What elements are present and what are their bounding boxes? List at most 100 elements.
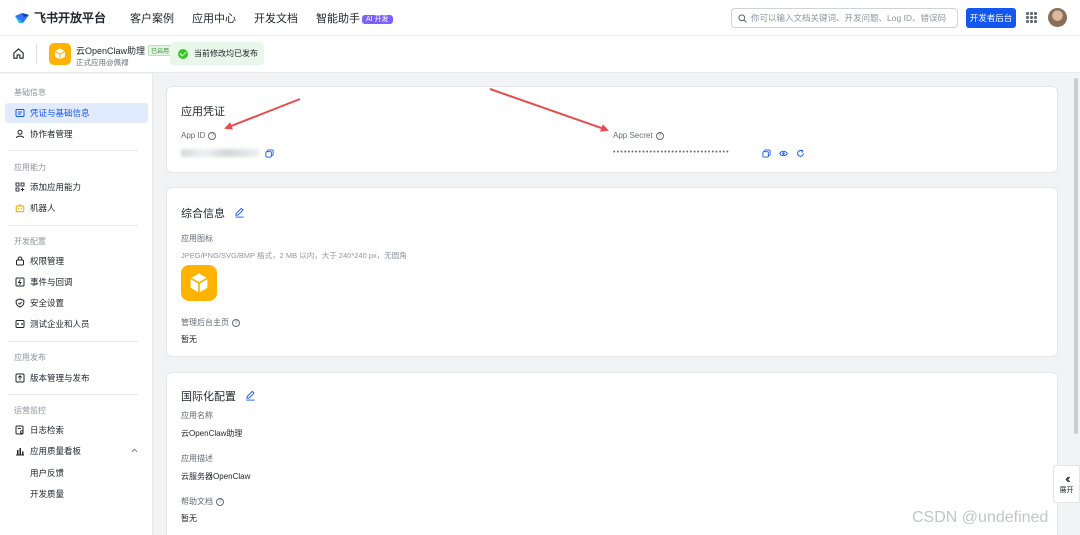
ai-badge: AI 开发: [362, 14, 393, 24]
refresh-icon[interactable]: [796, 149, 805, 158]
general-info-title: 综合信息: [181, 205, 245, 221]
general-info-card: 综合信息 应用图标 JPEG/PNG/SVG/BMP 格式，2 MB 以内，大于…: [166, 187, 1058, 357]
brand-name: 飞书开放平台: [34, 11, 107, 25]
nav-app-center[interactable]: 应用中心: [192, 10, 236, 26]
app-icon-upload[interactable]: [181, 265, 217, 301]
help-icon[interactable]: ?: [232, 318, 240, 327]
edit-icon[interactable]: [245, 390, 256, 401]
chevron-up-icon[interactable]: [131, 447, 138, 454]
sidebar-item-label: 权限管理: [30, 256, 65, 266]
app-subtitle: 正式应用@佩禄: [76, 58, 129, 67]
watermark: CSDN @undefined: [912, 509, 1049, 526]
sidebar-item-label: 凭证与基础信息: [30, 108, 90, 118]
nav-smart-assistant-label: 智能助手: [316, 12, 360, 25]
app-id-value-blurred: [181, 149, 259, 157]
home-icon[interactable]: [12, 47, 25, 60]
app-id-label: App ID ?: [181, 131, 217, 140]
user-icon: [15, 129, 25, 139]
developer-console-button[interactable]: 开发者后台: [966, 8, 1016, 28]
test-icon: [15, 319, 25, 329]
app-status-tag: 已启用: [148, 45, 173, 56]
bar-chart-icon: [15, 446, 25, 456]
divider: [8, 150, 138, 151]
upload-icon: [15, 373, 25, 383]
nav-dev-docs[interactable]: 开发文档: [254, 10, 298, 26]
sidebar-item-label: 协作者管理: [30, 129, 73, 139]
search-box[interactable]: [731, 8, 958, 28]
sidebar-item-collaborators[interactable]: 协作者管理: [5, 124, 148, 144]
sidebar-item-dev-quality[interactable]: 开发质量: [5, 484, 148, 504]
edit-icon[interactable]: [234, 207, 245, 218]
admin-home-label: 管理后台主页 ?: [181, 317, 240, 328]
expand-button[interactable]: ‹‹ 展开: [1053, 465, 1080, 503]
app-icon-hint: JPEG/PNG/SVG/BMP 格式，2 MB 以内，大于 240*240 p…: [181, 251, 407, 260]
copy-icon[interactable]: [762, 149, 771, 158]
expand-label: 展开: [1059, 487, 1074, 494]
help-icon[interactable]: ?: [208, 131, 217, 140]
app-desc-label: 应用描述: [181, 454, 213, 463]
shield-icon: [15, 298, 25, 308]
sidebar-section-title: 基础信息: [14, 88, 46, 97]
divider: [36, 44, 37, 64]
sidebar: 基础信息 凭证与基础信息 协作者管理 应用能力 添加应用能力 机器人 开发配置 …: [0, 74, 153, 535]
search-icon: [738, 13, 747, 23]
app-secret-label: App Secret ?: [613, 131, 664, 140]
sidebar-item-events[interactable]: 事件与回调: [5, 272, 148, 292]
cube-icon: [190, 273, 208, 293]
sidebar-item-quality-dashboard[interactable]: 应用质量看板: [5, 441, 148, 461]
help-icon[interactable]: ?: [216, 497, 224, 506]
app-desc-value: 云服务器OpenClaw: [181, 472, 251, 481]
help-doc-value: 暂无: [181, 514, 197, 523]
top-navbar: 飞书开放平台 客户案例 应用中心 开发文档 智能助手AI 开发 开发者后台: [0, 0, 1080, 36]
nav-links: 客户案例 应用中心 开发文档 智能助手 AI 开发: [130, 10, 411, 26]
sidebar-item-bot[interactable]: 机器人: [5, 198, 148, 218]
nav-smart-assistant[interactable]: 智能助手 AI 开发: [316, 10, 393, 26]
sidebar-item-log-search[interactable]: 日志检索: [5, 420, 148, 440]
help-icon[interactable]: ?: [655, 131, 664, 140]
publish-status-text: 当前修改均已发布: [194, 49, 258, 58]
sidebar-item-label: 事件与回调: [30, 277, 73, 287]
nav-customer-cases[interactable]: 客户案例: [130, 10, 174, 26]
eye-icon[interactable]: [779, 149, 788, 158]
double-chevron-left-icon: ‹‹: [1065, 471, 1070, 486]
id-card-icon: [15, 108, 25, 118]
brand[interactable]: 飞书开放平台: [14, 9, 116, 26]
sidebar-item-version-release[interactable]: 版本管理与发布: [5, 368, 148, 388]
scrollbar-thumb[interactable]: [1074, 78, 1078, 434]
sidebar-item-add-capability[interactable]: 添加应用能力: [5, 177, 148, 197]
publish-status: 当前修改均已发布: [170, 42, 264, 65]
sidebar-item-label: 添加应用能力: [30, 182, 82, 192]
divider: [8, 225, 138, 226]
credentials-title: 应用凭证: [181, 106, 225, 118]
app-title: 云OpenClaw助理 已启用: [76, 44, 173, 57]
sidebar-item-security[interactable]: 安全设置: [5, 293, 148, 313]
divider: [8, 341, 138, 342]
app-name-value: 云OpenClaw助理: [181, 429, 243, 438]
help-doc-label: 帮助文档 ?: [181, 496, 224, 507]
user-avatar[interactable]: [1048, 8, 1067, 27]
apps-grid-icon[interactable]: [1026, 12, 1037, 23]
sidebar-item-test-enterprise[interactable]: 测试企业和人员: [5, 314, 148, 334]
credentials-card: 应用凭证 App ID ? App Secret ? •••••••••••••…: [166, 86, 1058, 173]
apps-add-icon: [15, 182, 25, 192]
help-doc-label-text: 帮助文档: [181, 497, 213, 506]
sidebar-item-user-feedback[interactable]: 用户反馈: [5, 463, 148, 483]
i18n-title: 国际化配置: [181, 388, 256, 404]
sidebar-section-title: 应用能力: [14, 163, 46, 172]
sidebar-section-title: 运营监控: [14, 406, 46, 415]
scrollbar[interactable]: [1073, 74, 1079, 454]
sidebar-item-permissions[interactable]: 权限管理: [5, 251, 148, 271]
sidebar-item-credentials[interactable]: 凭证与基础信息: [5, 103, 148, 123]
cube-icon: [54, 48, 66, 60]
app-icon: [49, 43, 71, 65]
search-input[interactable]: [751, 13, 951, 23]
sidebar-section-title: 应用发布: [14, 353, 46, 362]
copy-icon[interactable]: [265, 149, 274, 158]
app-subheader: 云OpenClaw助理 已启用 正式应用@佩禄 当前修改均已发布: [0, 36, 1080, 73]
sidebar-item-label: 应用质量看板: [30, 446, 82, 456]
sidebar-item-label: 测试企业和人员: [30, 319, 90, 329]
lock-icon: [15, 256, 25, 266]
admin-home-label-text: 管理后台主页: [181, 318, 229, 327]
app-secret-masked: ••••••••••••••••••••••••••••••••: [613, 149, 730, 156]
check-circle-icon: [178, 48, 188, 59]
